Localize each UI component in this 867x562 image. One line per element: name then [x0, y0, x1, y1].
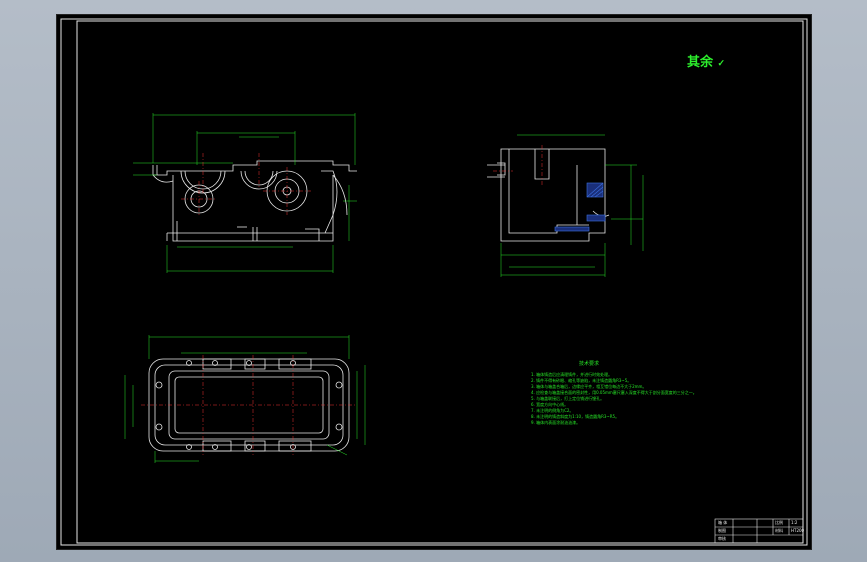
title-block-scale-value: 1:2: [791, 520, 798, 525]
tech-requirements: 技术要求 1. 箱体铸造后应清理铸件，并进行时效处理。 2. 铸件不得有砂眼、缩…: [531, 361, 731, 426]
tech-req-item-9: 9. 箱体内表面涂耐油油漆。: [531, 420, 581, 425]
front-view-dims: [133, 113, 357, 273]
roughness-text: 其余: [687, 55, 714, 70]
title-block-drawn-label: 制图: [718, 528, 726, 533]
roughness-symbol-icon: ✓: [717, 59, 726, 69]
side-view-dims: [500, 134, 644, 277]
tech-requirements-title: 技术要求: [579, 361, 600, 367]
top-view-centerlines: [141, 355, 357, 455]
title-block-material-value: HT200: [791, 528, 805, 533]
roughness-remark: 其余 ✓: [687, 51, 725, 70]
front-view: [152, 160, 357, 242]
title-block: [714, 518, 804, 544]
drawing-sheet[interactable]: 其余 ✓ 技术要求 1. 箱体铸造后应清理铸件，并进行时效处理。 2. 铸件不得…: [56, 14, 812, 550]
title-block-material-label: 材料: [775, 528, 783, 533]
title-block-check-label: 审核: [718, 536, 726, 541]
outer-border: [60, 18, 808, 546]
cad-viewport[interactable]: 其余 ✓ 技术要求 1. 箱体铸造后应清理铸件，并进行时效处理。 2. 铸件不得…: [0, 0, 867, 562]
drawing-canvas: [60, 18, 808, 546]
title-block-part-name: 箱 体: [718, 520, 728, 525]
side-view-hatch: [554, 182, 606, 232]
title-block-scale-label: 比例: [775, 520, 783, 525]
inner-border: [76, 20, 804, 544]
